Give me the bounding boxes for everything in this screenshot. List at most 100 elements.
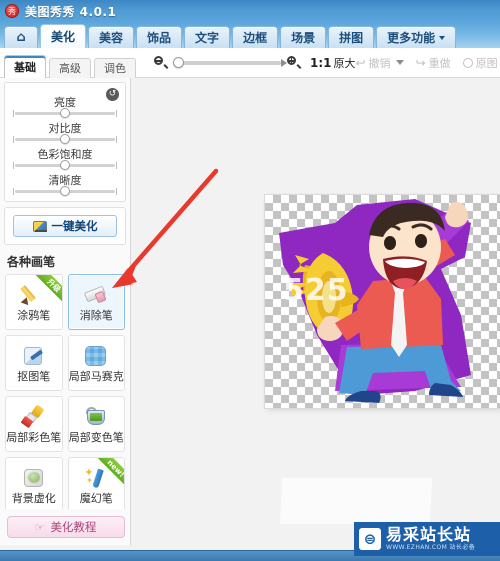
site-watermark-logo: ⊜ [359,528,381,550]
tab-retouch[interactable]: 美容 [88,26,135,48]
tab-scenes[interactable]: 场景 [280,26,327,48]
slider-brightness[interactable]: 亮度 [13,94,117,118]
tab-label: 更多功能 [387,31,436,45]
tab-home[interactable]: ⌂ [4,26,38,48]
tutorial-hand-icon: ☞ [34,520,45,534]
canvas-overlay-text: 525 [283,273,349,308]
site-watermark: ⊜ 易采站长站 WWW.EZHAN.COM 站长必备 [354,522,500,556]
brush-local-mosaic[interactable]: 局部马赛克 [67,335,125,391]
auto-beautify-icon [32,220,47,232]
chevron-down-icon [439,35,446,40]
site-watermark-cn: 易采站长站 [386,525,472,544]
tab-frames[interactable]: 边框 [232,26,279,48]
brush-graffiti-pen[interactable]: 升级 涂鸦笔 [5,274,63,330]
brush-eraser-pen[interactable]: 消除笔 [67,274,125,330]
slider-knob[interactable] [60,186,70,196]
zoom-out-icon[interactable] [154,56,169,69]
cutout-pen-icon [21,344,47,368]
meitu-xiuxiu-window: 秀 美图秀秀 4.0.1 ⌂ 美化 美容 饰品 文字 边框 场景 拼图 更多功能 [0,0,500,561]
subtab-advanced[interactable]: 高级 [49,57,91,78]
subtab-label: 调色 [104,62,126,75]
brush-label: 涂鸦笔 [17,309,51,322]
slider-track[interactable] [13,108,117,118]
tab-text[interactable]: 文字 [184,26,231,48]
zoom-in-icon[interactable] [287,56,302,69]
history-controls: ↩ 撤销 ↪ 重做 原图 [356,55,498,71]
slider-saturation[interactable]: 色彩饱和度 [13,146,117,170]
undo-icon: ↩ [355,55,366,70]
tab-label: 美容 [99,31,124,45]
brush-label: 消除笔 [79,309,113,322]
slider-track[interactable] [13,186,117,196]
main-tab-bar: ⌂ 美化 美容 饰品 文字 边框 场景 拼图 更多功能 [0,22,500,48]
zoom-controls: 1:1 原大 [154,55,356,71]
brush-magic-pen[interactable]: new! ✦ ✦ 魔幻笔 [67,457,125,513]
tab-label: 场景 [291,31,316,45]
brush-local-color-pen[interactable]: 局部彩色笔 [5,396,63,452]
brush-label: 局部马赛克 [68,370,124,383]
slider-knob[interactable] [60,108,70,118]
redo-label: 重做 [428,56,451,70]
brush-label: 抠图笔 [17,370,51,383]
tutorial-label: 美化教程 [50,520,97,534]
reset-icon[interactable]: ↺ [106,88,119,101]
home-icon: ⌂ [16,30,26,45]
tab-label: 边框 [243,31,268,45]
brush-label: 局部变色笔 [68,431,124,444]
original-label: 原图 [475,56,498,70]
tab-label: 拼图 [339,31,364,45]
left-panel: ↺ 亮度 对比度 色彩饱和度 清晰度 一键美化 各种画笔 升级 涂鸦笔 消除笔 … [0,78,131,545]
sub-tab-bar: 基础 高级 调色 [0,48,136,78]
local-mosaic-icon [83,344,109,368]
undo-dropdown-icon[interactable] [395,60,404,65]
tab-label: 饰品 [147,31,172,45]
workspace[interactable]: 525 [131,78,500,545]
faint-watermark-overlay [279,478,433,524]
subtab-label: 基础 [14,60,36,74]
slider-sharpness[interactable]: 清晰度 [13,172,117,196]
app-logo-icon: 秀 [5,4,19,18]
tab-decorations[interactable]: 饰品 [136,26,183,48]
auto-beautify-card: 一键美化 [4,207,126,245]
brush-background-blur[interactable]: 背景虚化 [5,457,63,513]
graffiti-pen-icon [19,283,47,308]
local-recolor-pen-icon [83,405,109,429]
magic-pen-icon: ✦ ✦ [83,466,109,490]
tab-more-features[interactable]: 更多功能 [376,26,457,48]
site-watermark-texts: 易采站长站 WWW.EZHAN.COM 站长必备 [386,526,475,552]
adjustment-sliders-card: ↺ 亮度 对比度 色彩饱和度 清晰度 [4,82,126,202]
title-bar: 秀 美图秀秀 4.0.1 [0,0,500,22]
slider-track[interactable] [13,160,117,170]
undo-label: 撤销 [368,56,391,70]
window-title: 美图秀秀 4.0.1 [25,4,117,19]
auto-beautify-label: 一键美化 [51,219,98,233]
zoom-ratio-value: 1:1 [310,55,332,70]
zoom-slider-knob[interactable] [173,56,184,68]
tab-beautify[interactable]: 美化 [40,24,87,48]
slider-contrast[interactable]: 对比度 [13,120,117,144]
slider-track[interactable] [13,134,117,144]
redo-icon: ↪ [415,55,426,70]
brush-label: 魔幻笔 [79,492,113,505]
brush-label: 局部彩色笔 [6,431,62,444]
brush-cutout-pen[interactable]: 抠图笔 [5,335,63,391]
subtab-basic[interactable]: 基础 [4,54,46,78]
auto-beautify-button[interactable]: 一键美化 [13,215,117,237]
toolbar: 基础 高级 调色 1:1 原大 ↩ 撤销 ↪ 重做 原图 [0,48,500,78]
brush-local-recolor-pen[interactable]: 局部变色笔 [67,396,125,452]
zoom-ratio-label[interactable]: 1:1 原大 [310,55,356,71]
subtab-label: 高级 [59,62,81,75]
slider-knob[interactable] [60,160,70,170]
original-image-button[interactable]: 原图 [462,55,498,71]
original-image-icon [462,57,473,68]
undo-button[interactable]: ↩ 撤销 [356,55,404,71]
tab-collage[interactable]: 拼图 [328,26,375,48]
slider-knob[interactable] [60,134,70,144]
site-watermark-en: WWW.EZHAN.COM 站长必备 [386,544,476,551]
tab-label: 美化 [51,30,76,44]
subtab-color[interactable]: 调色 [94,57,136,78]
tutorial-button[interactable]: ☞ 美化教程 [6,516,125,538]
redo-button[interactable]: ↪ 重做 [416,55,451,71]
image-canvas[interactable]: 525 [265,195,500,408]
zoom-slider[interactable] [173,56,287,68]
